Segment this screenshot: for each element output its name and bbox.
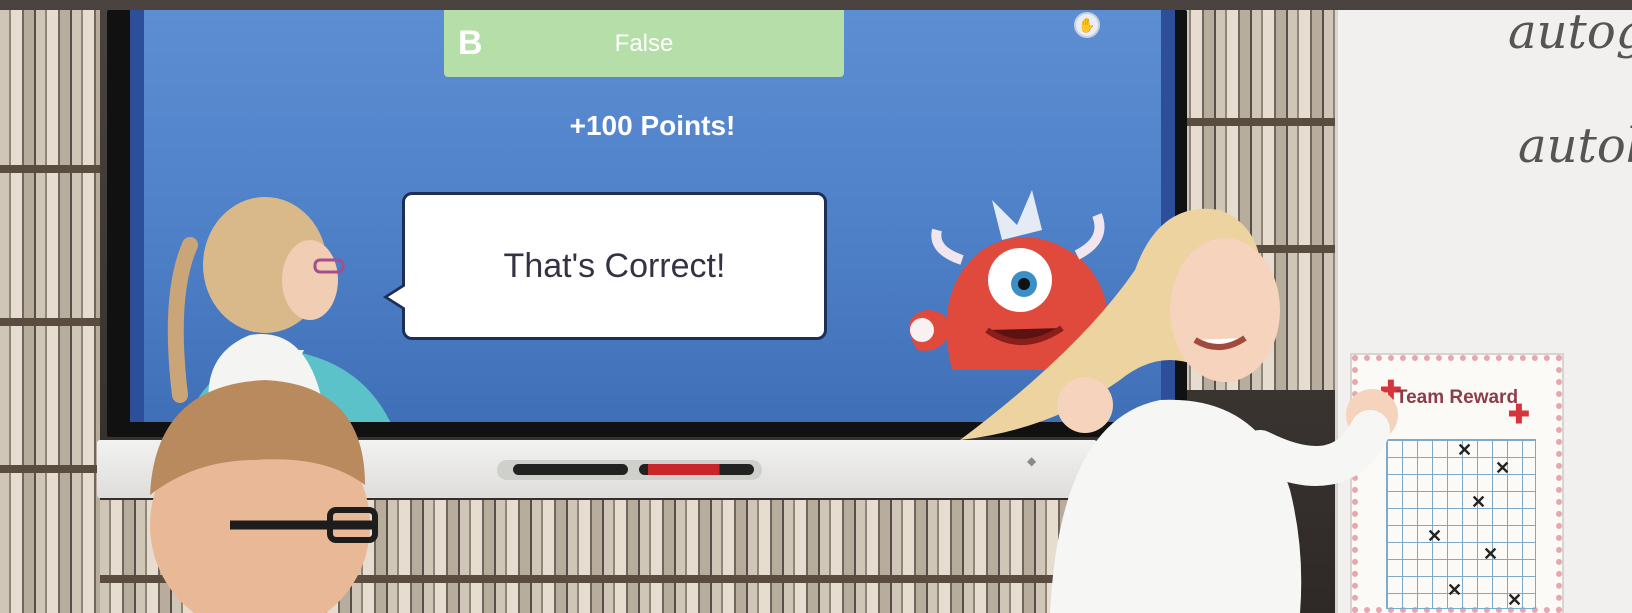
feedback-speech-bubble: That's Correct!	[383, 192, 827, 340]
black-pen-icon[interactable]	[513, 464, 628, 475]
cheering-girl	[960, 208, 1398, 613]
shelf-plank	[0, 165, 100, 173]
cross-mark-icon: ✕	[1495, 458, 1511, 478]
handwritten-word: autog	[1508, 4, 1632, 60]
cross-mark-icon: ✕	[1507, 590, 1523, 610]
left-bookshelf	[0, 10, 100, 613]
handwritten-word: autobi	[1518, 118, 1632, 174]
cross-mark-icon: ✕	[1427, 526, 1443, 546]
cross-icon: ✚	[1508, 399, 1530, 429]
answer-option-b[interactable]: B False	[444, 10, 844, 77]
shelf-plank	[0, 465, 100, 473]
pen-holder	[497, 460, 762, 480]
number-grid: ✕ ✕ ✕ ✕ ✕ ✕ ✕	[1386, 439, 1536, 610]
cross-mark-icon: ✕	[1457, 440, 1473, 460]
red-pen-icon[interactable]	[639, 464, 754, 475]
shelf-plank	[0, 318, 100, 326]
cross-mark-icon: ✕	[1471, 492, 1487, 512]
hand-icon[interactable]: ✋	[1074, 12, 1100, 38]
answer-text: False	[614, 30, 674, 57]
cross-mark-icon: ✕	[1447, 580, 1463, 600]
feedback-text: That's Correct!	[503, 246, 726, 285]
cross-mark-icon: ✕	[1483, 544, 1499, 564]
classroom-scene: autog autobi ✚ Team Reward ✚ ✕ ✕ ✕ ✕ ✕ ✕…	[0, 0, 1632, 613]
boy-with-glasses	[150, 380, 378, 613]
shelf-plank	[1180, 118, 1335, 126]
points-award: +100 Points!	[569, 110, 736, 141]
